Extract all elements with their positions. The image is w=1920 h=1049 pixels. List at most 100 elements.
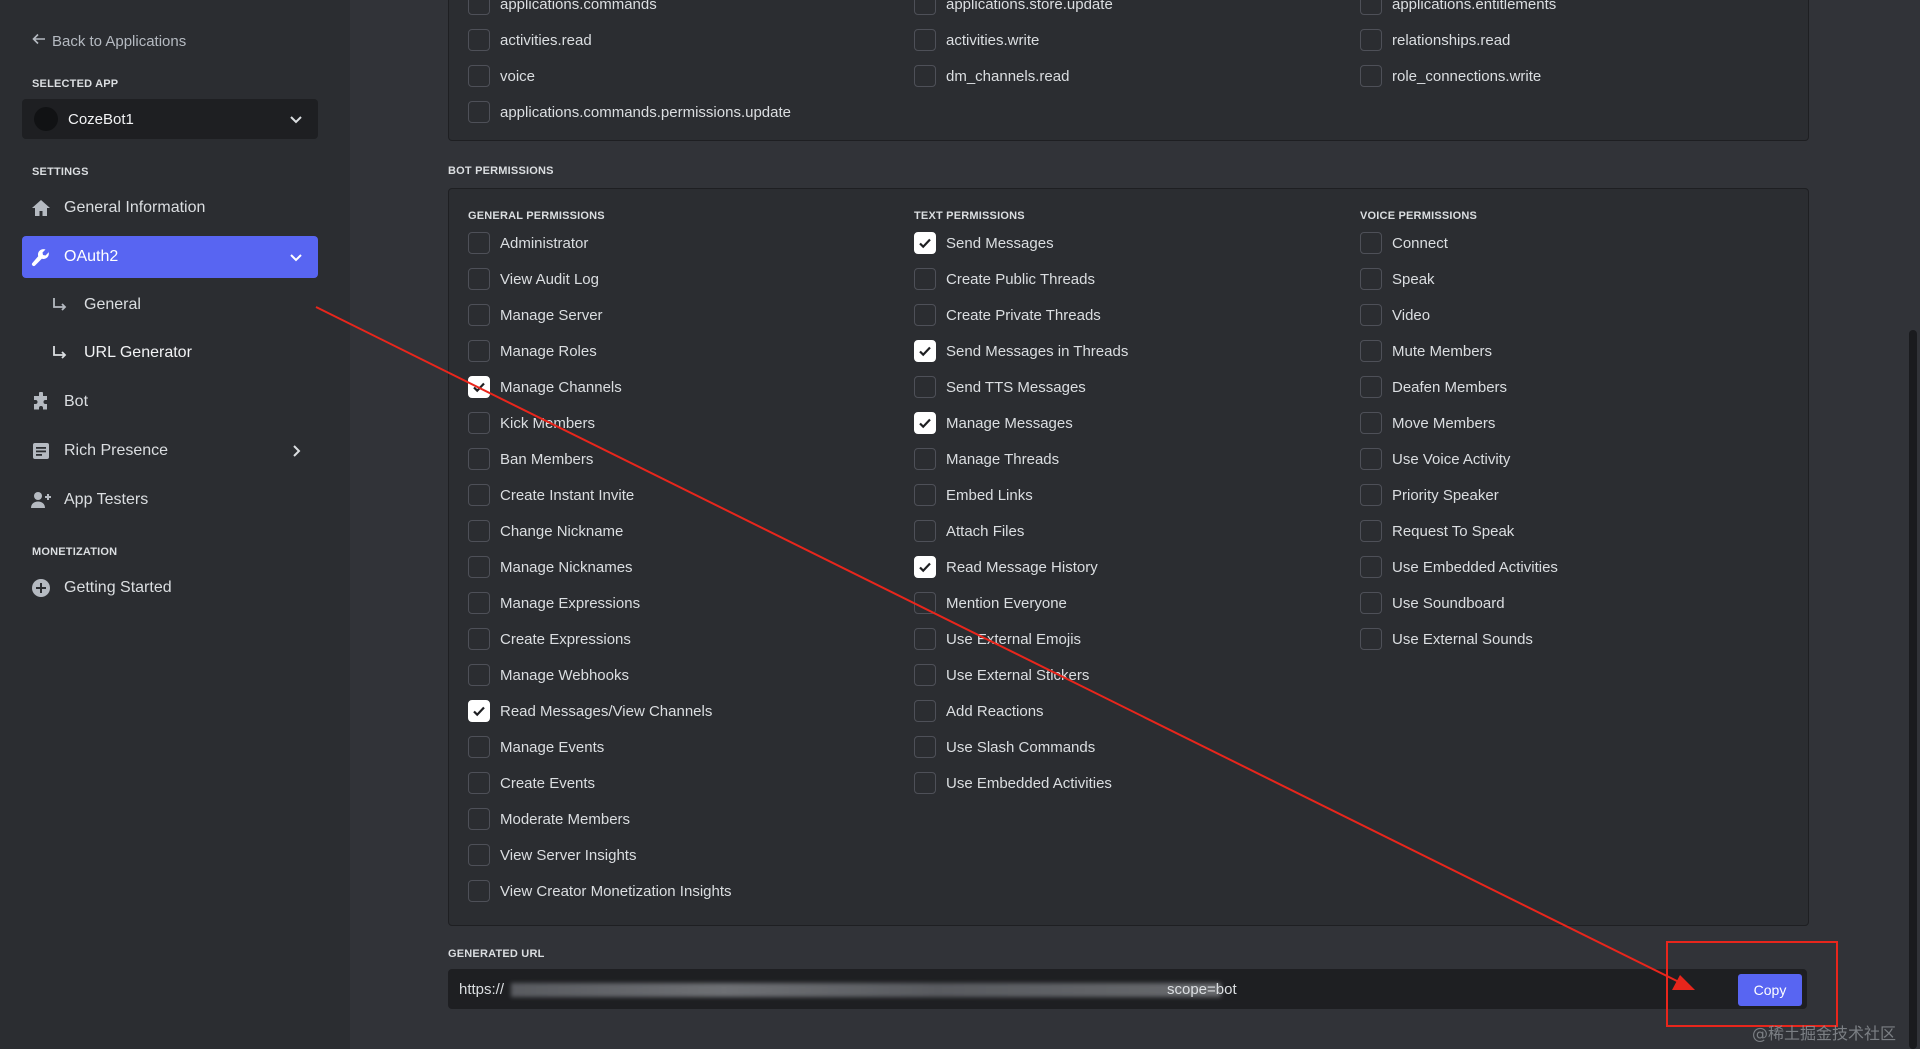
permission-checkbox-row[interactable]: Read Message History <box>914 555 1098 579</box>
permission-checkbox-row[interactable]: Create Instant Invite <box>468 483 634 507</box>
checkbox[interactable] <box>914 304 936 326</box>
permission-checkbox-row[interactable]: Connect <box>1360 231 1448 255</box>
checkbox[interactable] <box>914 520 936 542</box>
permission-checkbox-row[interactable]: Use Embedded Activities <box>914 771 1112 795</box>
checkbox[interactable] <box>1360 0 1382 15</box>
permission-checkbox-row[interactable]: View Creator Monetization Insights <box>468 879 732 903</box>
checkbox[interactable] <box>914 736 936 758</box>
permission-checkbox-row[interactable]: Use Soundboard <box>1360 591 1505 615</box>
permission-checkbox-row[interactable]: Moderate Members <box>468 807 630 831</box>
checkbox[interactable] <box>468 808 490 830</box>
checkbox[interactable] <box>468 29 490 51</box>
checkbox[interactable] <box>914 268 936 290</box>
sidebar-item-getting-started[interactable]: Getting Started <box>22 567 318 609</box>
permission-checkbox-row[interactable]: View Server Insights <box>468 843 636 867</box>
checkbox[interactable] <box>1360 556 1382 578</box>
permission-checkbox-row[interactable]: Kick Members <box>468 411 595 435</box>
permission-checkbox-row[interactable]: Attach Files <box>914 519 1024 543</box>
checkbox-checked[interactable] <box>468 376 490 398</box>
permission-checkbox-row[interactable]: Manage Messages <box>914 411 1073 435</box>
permission-checkbox-row[interactable]: Add Reactions <box>914 699 1044 723</box>
checkbox[interactable] <box>1360 448 1382 470</box>
checkbox[interactable] <box>468 520 490 542</box>
checkbox[interactable] <box>1360 412 1382 434</box>
permission-checkbox-row[interactable]: Deafen Members <box>1360 375 1507 399</box>
permission-checkbox-row[interactable]: Manage Roles <box>468 339 597 363</box>
checkbox-checked[interactable] <box>914 232 936 254</box>
permission-checkbox-row[interactable]: Create Events <box>468 771 595 795</box>
sidebar-item-rich-presence[interactable]: Rich Presence <box>22 430 318 472</box>
permission-checkbox-row[interactable]: Send Messages <box>914 231 1054 255</box>
permission-checkbox-row[interactable]: Use External Sounds <box>1360 627 1533 651</box>
checkbox[interactable] <box>468 844 490 866</box>
permission-checkbox-row[interactable]: Use External Stickers <box>914 663 1089 687</box>
checkbox[interactable] <box>1360 232 1382 254</box>
permission-checkbox-row[interactable]: Ban Members <box>468 447 593 471</box>
permission-checkbox-row[interactable]: applications.entitlements <box>1360 0 1556 16</box>
sidebar-item-oauth2[interactable]: OAuth2 <box>22 236 318 278</box>
checkbox-checked[interactable] <box>914 412 936 434</box>
scrollbar[interactable] <box>1909 330 1917 1049</box>
permission-checkbox-row[interactable]: Manage Threads <box>914 447 1059 471</box>
checkbox[interactable] <box>914 0 936 15</box>
permission-checkbox-row[interactable]: Administrator <box>468 231 588 255</box>
checkbox[interactable] <box>914 376 936 398</box>
permission-checkbox-row[interactable]: activities.write <box>914 28 1039 52</box>
permission-checkbox-row[interactable]: Send TTS Messages <box>914 375 1086 399</box>
generated-url-field[interactable]: https:// scope=bot <box>448 969 1807 1009</box>
checkbox[interactable] <box>914 448 936 470</box>
permission-checkbox-row[interactable]: Use Voice Activity <box>1360 447 1510 471</box>
back-to-applications-link[interactable]: Back to Applications <box>32 32 186 50</box>
checkbox[interactable] <box>914 628 936 650</box>
permission-checkbox-row[interactable]: Speak <box>1360 267 1435 291</box>
checkbox[interactable] <box>468 101 490 123</box>
permission-checkbox-row[interactable]: Use External Emojis <box>914 627 1081 651</box>
checkbox[interactable] <box>468 65 490 87</box>
permission-checkbox-row[interactable]: View Audit Log <box>468 267 599 291</box>
permission-checkbox-row[interactable]: Mention Everyone <box>914 591 1067 615</box>
checkbox-checked[interactable] <box>914 340 936 362</box>
permission-checkbox-row[interactable]: Manage Server <box>468 303 603 327</box>
checkbox[interactable] <box>468 232 490 254</box>
permission-checkbox-row[interactable]: Change Nickname <box>468 519 623 543</box>
checkbox[interactable] <box>914 484 936 506</box>
permission-checkbox-row[interactable]: Priority Speaker <box>1360 483 1499 507</box>
permission-checkbox-row[interactable]: Embed Links <box>914 483 1033 507</box>
permission-checkbox-row[interactable]: Move Members <box>1360 411 1495 435</box>
permission-checkbox-row[interactable]: Video <box>1360 303 1430 327</box>
checkbox[interactable] <box>468 448 490 470</box>
checkbox[interactable] <box>914 592 936 614</box>
sidebar-item-general-information[interactable]: General Information <box>22 187 318 229</box>
checkbox[interactable] <box>468 484 490 506</box>
permission-checkbox-row[interactable]: Mute Members <box>1360 339 1492 363</box>
app-selector[interactable]: CozeBot1 <box>22 99 318 139</box>
permission-checkbox-row[interactable]: Create Public Threads <box>914 267 1095 291</box>
checkbox[interactable] <box>914 29 936 51</box>
checkbox[interactable] <box>1360 304 1382 326</box>
checkbox[interactable] <box>1360 268 1382 290</box>
checkbox[interactable] <box>468 592 490 614</box>
checkbox[interactable] <box>1360 29 1382 51</box>
checkbox[interactable] <box>914 700 936 722</box>
permission-checkbox-row[interactable]: Send Messages in Threads <box>914 339 1128 363</box>
permission-checkbox-row[interactable]: Manage Expressions <box>468 591 640 615</box>
checkbox[interactable] <box>468 412 490 434</box>
sidebar-item-bot[interactable]: Bot <box>22 381 318 423</box>
permission-checkbox-row[interactable]: Manage Channels <box>468 375 622 399</box>
sidebar-item-app-testers[interactable]: App Testers <box>22 479 318 521</box>
checkbox[interactable] <box>468 628 490 650</box>
checkbox[interactable] <box>1360 340 1382 362</box>
checkbox[interactable] <box>1360 484 1382 506</box>
checkbox[interactable] <box>1360 65 1382 87</box>
permission-checkbox-row[interactable]: Use Embedded Activities <box>1360 555 1558 579</box>
checkbox[interactable] <box>468 736 490 758</box>
permission-checkbox-row[interactable]: Use Slash Commands <box>914 735 1095 759</box>
checkbox[interactable] <box>468 304 490 326</box>
checkbox[interactable] <box>468 772 490 794</box>
checkbox-checked[interactable] <box>914 556 936 578</box>
checkbox[interactable] <box>468 0 490 15</box>
permission-checkbox-row[interactable]: Manage Events <box>468 735 604 759</box>
checkbox[interactable] <box>468 268 490 290</box>
permission-checkbox-row[interactable]: dm_channels.read <box>914 64 1069 88</box>
checkbox[interactable] <box>468 340 490 362</box>
